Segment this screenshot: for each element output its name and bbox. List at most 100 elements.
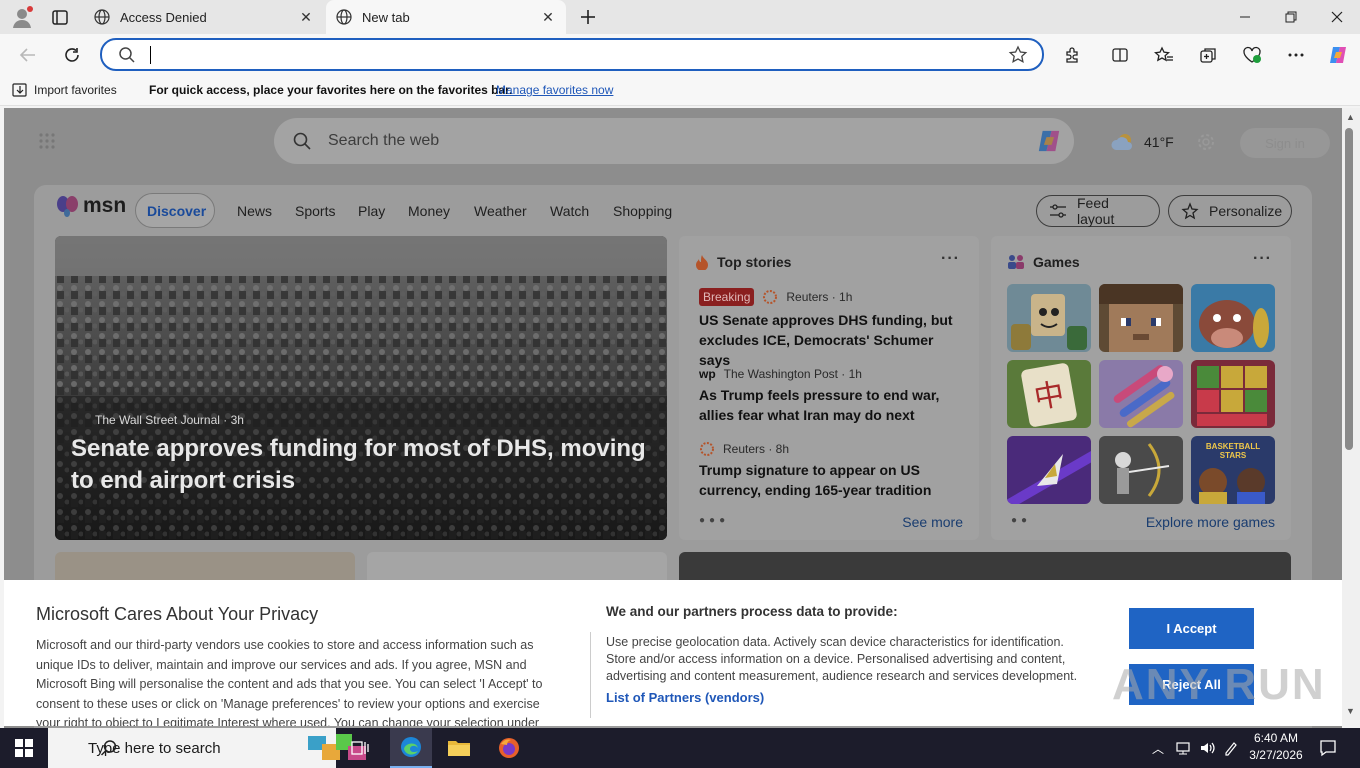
game-players-icon xyxy=(1007,254,1025,270)
tab-actions-icon[interactable] xyxy=(50,9,70,27)
carousel-dots[interactable]: ●●● xyxy=(699,515,729,526)
edge-taskbar-icon[interactable] xyxy=(390,728,432,768)
close-tab-icon[interactable]: ✕ xyxy=(540,9,556,25)
taskbar-search-box[interactable]: Type here to search xyxy=(48,728,366,768)
minimize-icon[interactable] xyxy=(1222,0,1268,34)
profile-avatar-icon[interactable] xyxy=(10,5,34,29)
globe-icon xyxy=(336,9,352,25)
network-icon[interactable] xyxy=(1174,728,1192,768)
nav-shopping[interactable]: Shopping xyxy=(613,203,672,219)
firefox-icon[interactable] xyxy=(494,728,524,768)
globe-icon xyxy=(94,9,110,25)
flame-icon xyxy=(695,254,709,270)
scrollbar-thumb[interactable] xyxy=(1345,128,1353,450)
window-close-icon[interactable] xyxy=(1314,0,1360,34)
import-favorites-icon xyxy=(12,82,28,98)
manage-favorites-link[interactable]: Manage favorites now xyxy=(496,83,613,97)
top-stories-more-icon[interactable]: ··· xyxy=(941,250,960,268)
basketball-stars-label: BASKETBALL STARS xyxy=(1205,442,1261,460)
task-view-icon[interactable] xyxy=(346,728,374,768)
web-search-box[interactable]: Search the web xyxy=(274,118,1074,164)
restore-icon[interactable] xyxy=(1268,0,1314,34)
nav-watch[interactable]: Watch xyxy=(550,203,589,219)
msn-logo[interactable]: msn xyxy=(56,194,126,218)
sign-in-button[interactable]: Sign in xyxy=(1240,128,1330,158)
privacy-body: Microsoft and our third-party vendors us… xyxy=(36,638,543,726)
nav-discover[interactable]: Discover xyxy=(147,203,206,219)
import-favorites-button[interactable]: Import favorites xyxy=(34,83,117,97)
collections-icon[interactable] xyxy=(1194,41,1222,69)
hero-source: The Wall Street Journal · 3h xyxy=(95,413,244,427)
reuters-logo-icon xyxy=(699,441,715,457)
tab-new-tab[interactable]: New tab ✕ xyxy=(326,0,566,34)
story-item[interactable]: wp The Washington Post · 1h As Trump fee… xyxy=(699,365,959,425)
games-more-icon[interactable]: ··· xyxy=(1253,250,1272,268)
tab-title: New tab xyxy=(362,9,410,25)
carousel-dots[interactable]: ●● xyxy=(1011,515,1031,526)
personalize-button[interactable]: Personalize xyxy=(1168,195,1292,227)
windows-start-icon[interactable] xyxy=(0,728,48,768)
top-stories-card: Top stories ··· Breaking Reuters · 1h US… xyxy=(679,236,979,540)
story-item[interactable]: Breaking Reuters · 1h US Senate approves… xyxy=(699,288,959,370)
story-title: As Trump feels pressure to end war, alli… xyxy=(699,387,940,423)
extensions-puzzle-icon[interactable] xyxy=(1058,41,1086,69)
settings-gear-icon[interactable] xyxy=(1196,132,1216,152)
explore-more-games-link[interactable]: Explore more games xyxy=(1146,514,1275,530)
reuters-logo-icon xyxy=(762,289,778,305)
game-tile-basketball-stars[interactable]: BASKETBALL STARS xyxy=(1191,436,1275,504)
weather-temperature[interactable]: 41°F xyxy=(1144,134,1174,150)
web-search-placeholder: Search the web xyxy=(328,132,440,149)
favorite-star-icon[interactable] xyxy=(1008,45,1028,65)
browser-essentials-icon[interactable] xyxy=(1238,41,1266,69)
game-tile-makeup-brushes[interactable] xyxy=(1099,360,1183,428)
taskbar-clock[interactable]: 6:40 AM 3/27/2026 xyxy=(1244,730,1308,764)
copilot-icon[interactable] xyxy=(1324,41,1352,69)
scroll-up-icon[interactable]: ▲ xyxy=(1346,112,1355,122)
game-tile-mug[interactable] xyxy=(1007,284,1091,352)
svg-text:中: 中 xyxy=(1031,377,1067,417)
show-hidden-icons-icon[interactable]: ︿ xyxy=(1150,728,1166,768)
game-tile-blocky-face[interactable] xyxy=(1099,284,1183,352)
game-tile-mahjong[interactable]: 中 xyxy=(1007,360,1091,428)
copilot-icon[interactable] xyxy=(1034,127,1064,155)
accept-button[interactable]: I Accept xyxy=(1129,608,1254,649)
story-item[interactable]: Reuters · 8h Trump signature to appear o… xyxy=(699,440,959,500)
nav-sports[interactable]: Sports xyxy=(295,203,335,219)
game-tile-rocket[interactable] xyxy=(1007,436,1091,504)
scroll-down-icon[interactable]: ▼ xyxy=(1346,706,1355,716)
clock-date: 3/27/2026 xyxy=(1249,748,1303,762)
nav-weather[interactable]: Weather xyxy=(474,203,527,219)
split-screen-icon[interactable] xyxy=(1106,41,1134,69)
game-tile-archer[interactable] xyxy=(1099,436,1183,504)
list-of-partners-link[interactable]: List of Partners (vendors) xyxy=(606,690,764,705)
nav-play[interactable]: Play xyxy=(358,203,385,219)
feed-layout-button[interactable]: Feed layout xyxy=(1036,195,1160,227)
tab-access-denied[interactable]: Access Denied ✕ xyxy=(84,0,324,34)
close-tab-icon[interactable]: ✕ xyxy=(298,9,314,25)
volume-icon[interactable] xyxy=(1198,728,1216,768)
game-tile-block-puzzle[interactable] xyxy=(1191,360,1275,428)
sparkle-star-icon xyxy=(1181,202,1199,220)
hero-headline[interactable]: Senate approves funding for most of DHS,… xyxy=(71,433,661,497)
favorites-icon[interactable] xyxy=(1150,41,1178,69)
notification-center-icon[interactable] xyxy=(1314,728,1342,768)
see-more-link[interactable]: See more xyxy=(902,514,963,530)
nav-news[interactable]: News xyxy=(237,203,272,219)
input-method-icon[interactable] xyxy=(1222,728,1240,768)
back-arrow-icon[interactable] xyxy=(14,41,42,69)
more-options-icon[interactable] xyxy=(1282,41,1310,69)
nav-money[interactable]: Money xyxy=(408,203,450,219)
refresh-icon[interactable] xyxy=(58,41,86,69)
personalize-label: Personalize xyxy=(1209,203,1283,219)
apps-grid-icon[interactable] xyxy=(38,132,56,150)
address-input[interactable] xyxy=(148,46,988,64)
new-tab-plus-icon[interactable] xyxy=(578,7,598,27)
sliders-icon xyxy=(1049,203,1067,219)
feed-layout-label: Feed layout xyxy=(1077,195,1115,227)
hero-story-card[interactable]: The Wall Street Journal · 3h Senate appr… xyxy=(55,236,667,540)
address-bar[interactable] xyxy=(100,38,1044,71)
game-tile-cow[interactable] xyxy=(1191,284,1275,352)
weather-cloud-icon[interactable] xyxy=(1110,132,1136,152)
favorites-bar-message: For quick access, place your favorites h… xyxy=(149,83,513,97)
file-explorer-icon[interactable] xyxy=(444,728,474,768)
